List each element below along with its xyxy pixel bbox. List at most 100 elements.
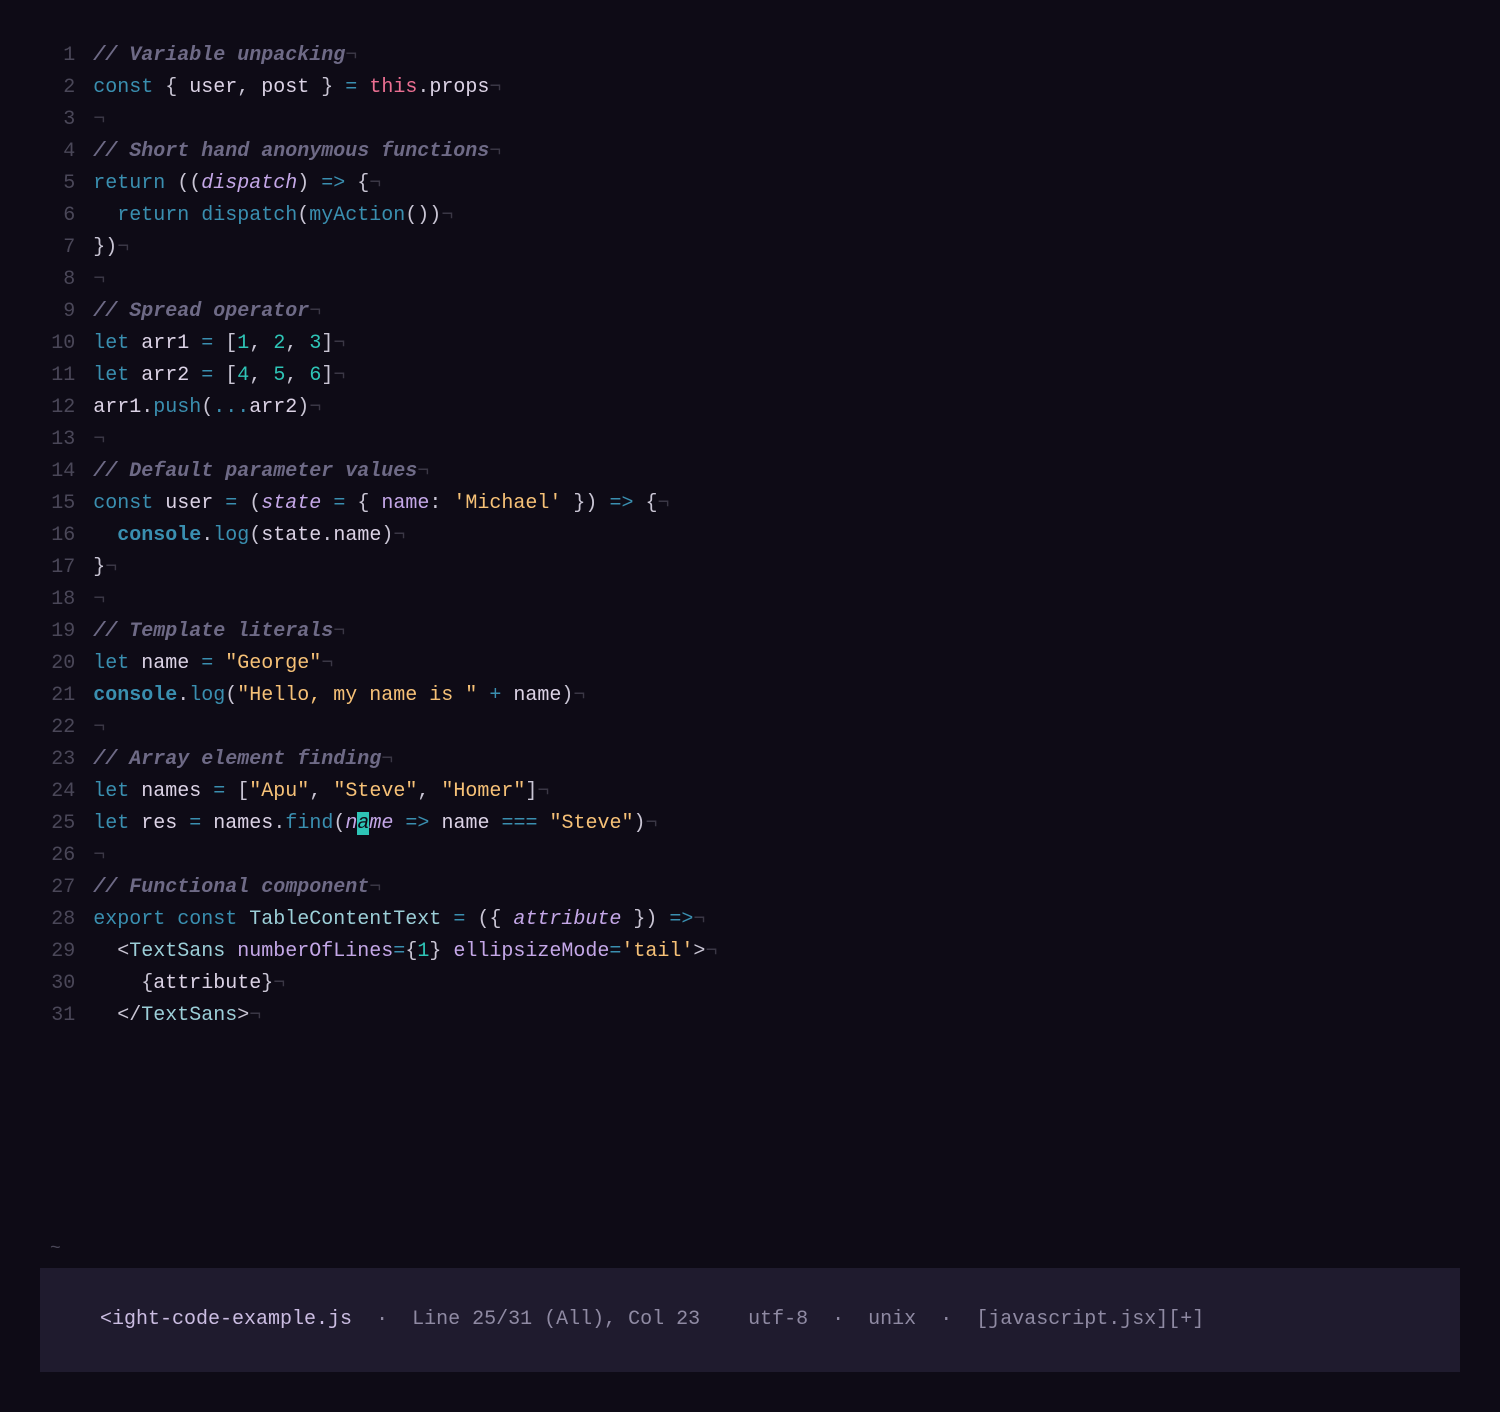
code-line[interactable]: 10let arr1 = [1, 2, 3]¬	[50, 328, 1450, 360]
eol-marker: ¬	[117, 236, 129, 259]
line-number: 27	[50, 872, 93, 904]
code-line[interactable]: 16 console.log(state.name)¬	[50, 520, 1450, 552]
line-number: 11	[50, 360, 93, 392]
eol-marker: ¬	[93, 108, 105, 131]
code-content[interactable]: ¬	[93, 424, 1450, 456]
code-content[interactable]: let arr2 = [4, 5, 6]¬	[93, 360, 1450, 392]
line-number: 9	[50, 296, 93, 328]
code-line[interactable]: 30 {attribute}¬	[50, 968, 1450, 1000]
eol-marker: ¬	[93, 588, 105, 611]
code-content[interactable]: // Default parameter values¬	[93, 456, 1450, 488]
status-encoding: utf-8	[748, 1308, 808, 1331]
code-line[interactable]: 22¬	[50, 712, 1450, 744]
eol-marker: ¬	[393, 524, 405, 547]
code-content[interactable]: <TextSans numberOfLines={1} ellipsizeMod…	[93, 936, 1450, 968]
code-line[interactable]: 26¬	[50, 840, 1450, 872]
status-filetype: [javascript.jsx][+]	[976, 1308, 1204, 1331]
line-number: 28	[50, 904, 93, 936]
eol-marker: ¬	[441, 204, 453, 227]
code-content[interactable]: arr1.push(...arr2)¬	[93, 392, 1450, 424]
eol-marker: ¬	[333, 620, 345, 643]
line-number: 26	[50, 840, 93, 872]
code-line[interactable]: 18¬	[50, 584, 1450, 616]
code-content[interactable]: })¬	[93, 232, 1450, 264]
code-line[interactable]: 12arr1.push(...arr2)¬	[50, 392, 1450, 424]
code-area[interactable]: 1// Variable unpacking¬2const { user, po…	[40, 40, 1460, 1235]
code-line[interactable]: 6 return dispatch(myAction())¬	[50, 200, 1450, 232]
code-content[interactable]: console.log(state.name)¬	[93, 520, 1450, 552]
code-content[interactable]: console.log("Hello, my name is " + name)…	[93, 680, 1450, 712]
line-number: 3	[50, 104, 93, 136]
code-line[interactable]: 15const user = (state = { name: 'Michael…	[50, 488, 1450, 520]
code-content[interactable]: let names = ["Apu", "Steve", "Homer"]¬	[93, 776, 1450, 808]
code-content[interactable]: // Variable unpacking¬	[93, 40, 1450, 72]
code-content[interactable]: // Short hand anonymous functions¬	[93, 136, 1450, 168]
code-content[interactable]: let arr1 = [1, 2, 3]¬	[93, 328, 1450, 360]
code-line[interactable]: 29 <TextSans numberOfLines={1} ellipsize…	[50, 936, 1450, 968]
code-line[interactable]: 4// Short hand anonymous functions¬	[50, 136, 1450, 168]
code-line[interactable]: 28export const TableContentText = ({ att…	[50, 904, 1450, 936]
code-line[interactable]: 8¬	[50, 264, 1450, 296]
code-content[interactable]: }¬	[93, 552, 1450, 584]
code-line[interactable]: 21console.log("Hello, my name is " + nam…	[50, 680, 1450, 712]
code-line[interactable]: 14// Default parameter values¬	[50, 456, 1450, 488]
code-content[interactable]: ¬	[93, 840, 1450, 872]
code-content[interactable]: let name = "George"¬	[93, 648, 1450, 680]
line-number: 4	[50, 136, 93, 168]
code-line[interactable]: 3¬	[50, 104, 1450, 136]
line-number: 10	[50, 328, 93, 360]
code-line[interactable]: 20let name = "George"¬	[50, 648, 1450, 680]
status-sep-1: ·	[352, 1308, 412, 1331]
code-line[interactable]: 27// Functional component¬	[50, 872, 1450, 904]
code-content[interactable]: ¬	[93, 264, 1450, 296]
line-number: 1	[50, 40, 93, 72]
line-number: 29	[50, 936, 93, 968]
code-content[interactable]: // Template literals¬	[93, 616, 1450, 648]
code-content[interactable]: ¬	[93, 712, 1450, 744]
line-number: 14	[50, 456, 93, 488]
eol-marker: ¬	[693, 908, 705, 931]
eol-marker: ¬	[93, 844, 105, 867]
line-number: 6	[50, 200, 93, 232]
code-line[interactable]: 1// Variable unpacking¬	[50, 40, 1450, 72]
code-line[interactable]: 31 </TextSans>¬	[50, 1000, 1450, 1032]
code-line[interactable]: 9// Spread operator¬	[50, 296, 1450, 328]
line-number: 17	[50, 552, 93, 584]
code-content[interactable]: export const TableContentText = ({ attri…	[93, 904, 1450, 936]
line-number: 12	[50, 392, 93, 424]
code-line[interactable]: 25let res = names.find(name => name === …	[50, 808, 1450, 840]
eol-marker: ¬	[417, 460, 429, 483]
line-number: 15	[50, 488, 93, 520]
code-content[interactable]: return dispatch(myAction())¬	[93, 200, 1450, 232]
line-number: 19	[50, 616, 93, 648]
eol-marker: ¬	[657, 492, 669, 515]
line-number: 18	[50, 584, 93, 616]
eol-marker: ¬	[489, 76, 501, 99]
code-line[interactable]: 2const { user, post } = this.props¬	[50, 72, 1450, 104]
code-line[interactable]: 24let names = ["Apu", "Steve", "Homer"]¬	[50, 776, 1450, 808]
code-content[interactable]: const user = (state = { name: 'Michael' …	[93, 488, 1450, 520]
code-line[interactable]: 11let arr2 = [4, 5, 6]¬	[50, 360, 1450, 392]
eol-marker: ¬	[309, 396, 321, 419]
code-line[interactable]: 23// Array element finding¬	[50, 744, 1450, 776]
line-number: 13	[50, 424, 93, 456]
code-content[interactable]: </TextSans>¬	[93, 1000, 1450, 1032]
eol-marker: ¬	[537, 780, 549, 803]
code-content[interactable]: return ((dispatch) => {¬	[93, 168, 1450, 200]
eol-marker: ¬	[573, 684, 585, 707]
code-line[interactable]: 7})¬	[50, 232, 1450, 264]
code-content[interactable]: let res = names.find(name => name === "S…	[93, 808, 1450, 840]
code-line[interactable]: 19// Template literals¬	[50, 616, 1450, 648]
code-content[interactable]: const { user, post } = this.props¬	[93, 72, 1450, 104]
code-content[interactable]: // Array element finding¬	[93, 744, 1450, 776]
line-number: 25	[50, 808, 93, 840]
code-content[interactable]: ¬	[93, 104, 1450, 136]
code-content[interactable]: ¬	[93, 584, 1450, 616]
code-content[interactable]: // Functional component¬	[93, 872, 1450, 904]
code-line[interactable]: 13¬	[50, 424, 1450, 456]
code-content[interactable]: // Spread operator¬	[93, 296, 1450, 328]
code-line[interactable]: 17}¬	[50, 552, 1450, 584]
code-content[interactable]: {attribute}¬	[93, 968, 1450, 1000]
code-line[interactable]: 5return ((dispatch) => {¬	[50, 168, 1450, 200]
line-number: 8	[50, 264, 93, 296]
